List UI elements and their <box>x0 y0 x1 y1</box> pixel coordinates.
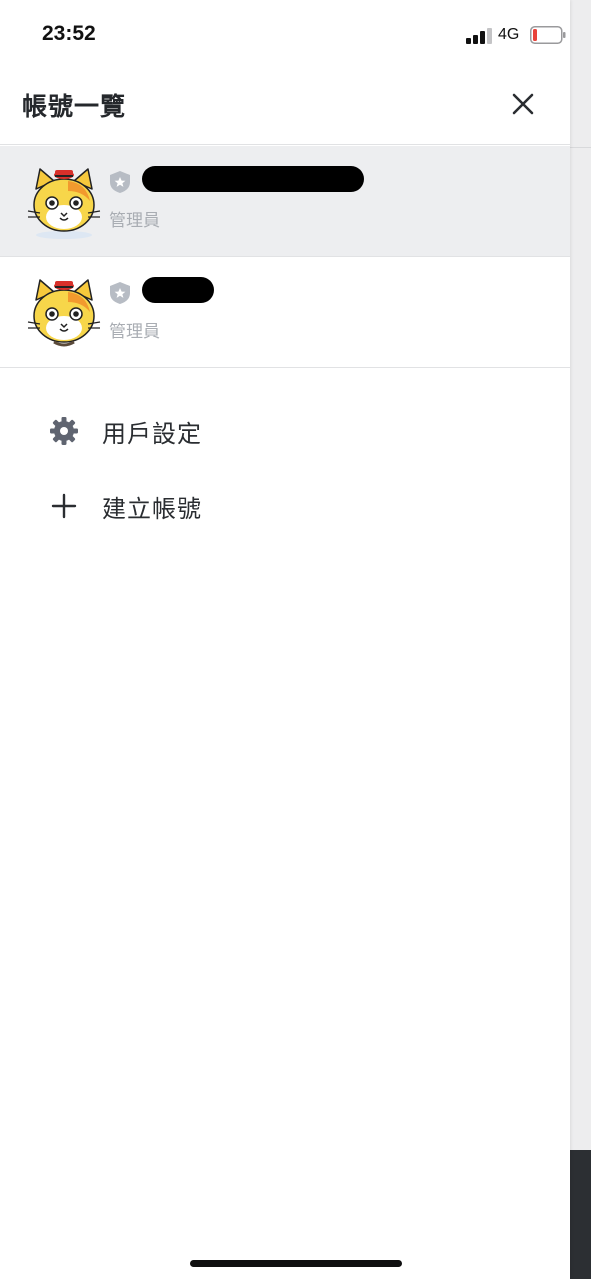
page-title: 帳號一覽 <box>22 92 127 121</box>
close-icon <box>512 93 534 115</box>
status-time: 23:52 <box>42 22 96 45</box>
background-page-edge <box>570 0 591 1279</box>
battery-icon <box>530 26 566 44</box>
cat-avatar-icon <box>27 168 101 239</box>
admin-shield-icon <box>110 282 130 304</box>
home-indicator[interactable] <box>190 1260 402 1267</box>
user-settings-item[interactable]: 用戶設定 <box>0 401 570 461</box>
account-row[interactable]: 管理員 <box>0 146 570 257</box>
network-type: 4G <box>498 26 520 43</box>
create-account-label: 建立帳號 <box>102 495 202 523</box>
background-bottom-bar <box>570 1150 591 1279</box>
status-bar: 23:52 4G <box>0 0 570 70</box>
cat-avatar-icon <box>27 279 101 347</box>
background-divider <box>570 147 591 148</box>
account-role: 管理員 <box>109 211 160 231</box>
account-name-redacted <box>142 166 364 192</box>
account-row[interactable]: 管理員 <box>0 257 570 368</box>
signal-icon <box>466 28 492 44</box>
user-settings-label: 用戶設定 <box>102 420 202 448</box>
account-role: 管理員 <box>109 322 160 342</box>
close-button[interactable] <box>506 87 540 121</box>
account-name-redacted <box>142 277 214 303</box>
account-list-drawer: 23:52 4G 帳號一覽 管理員 管理員 用戶設定 建立帳號 <box>0 0 570 1279</box>
gear-icon <box>48 415 80 447</box>
admin-shield-icon <box>110 171 130 193</box>
plus-icon <box>48 490 80 522</box>
drawer-header: 帳號一覽 <box>0 70 570 145</box>
create-account-item[interactable]: 建立帳號 <box>0 476 570 536</box>
